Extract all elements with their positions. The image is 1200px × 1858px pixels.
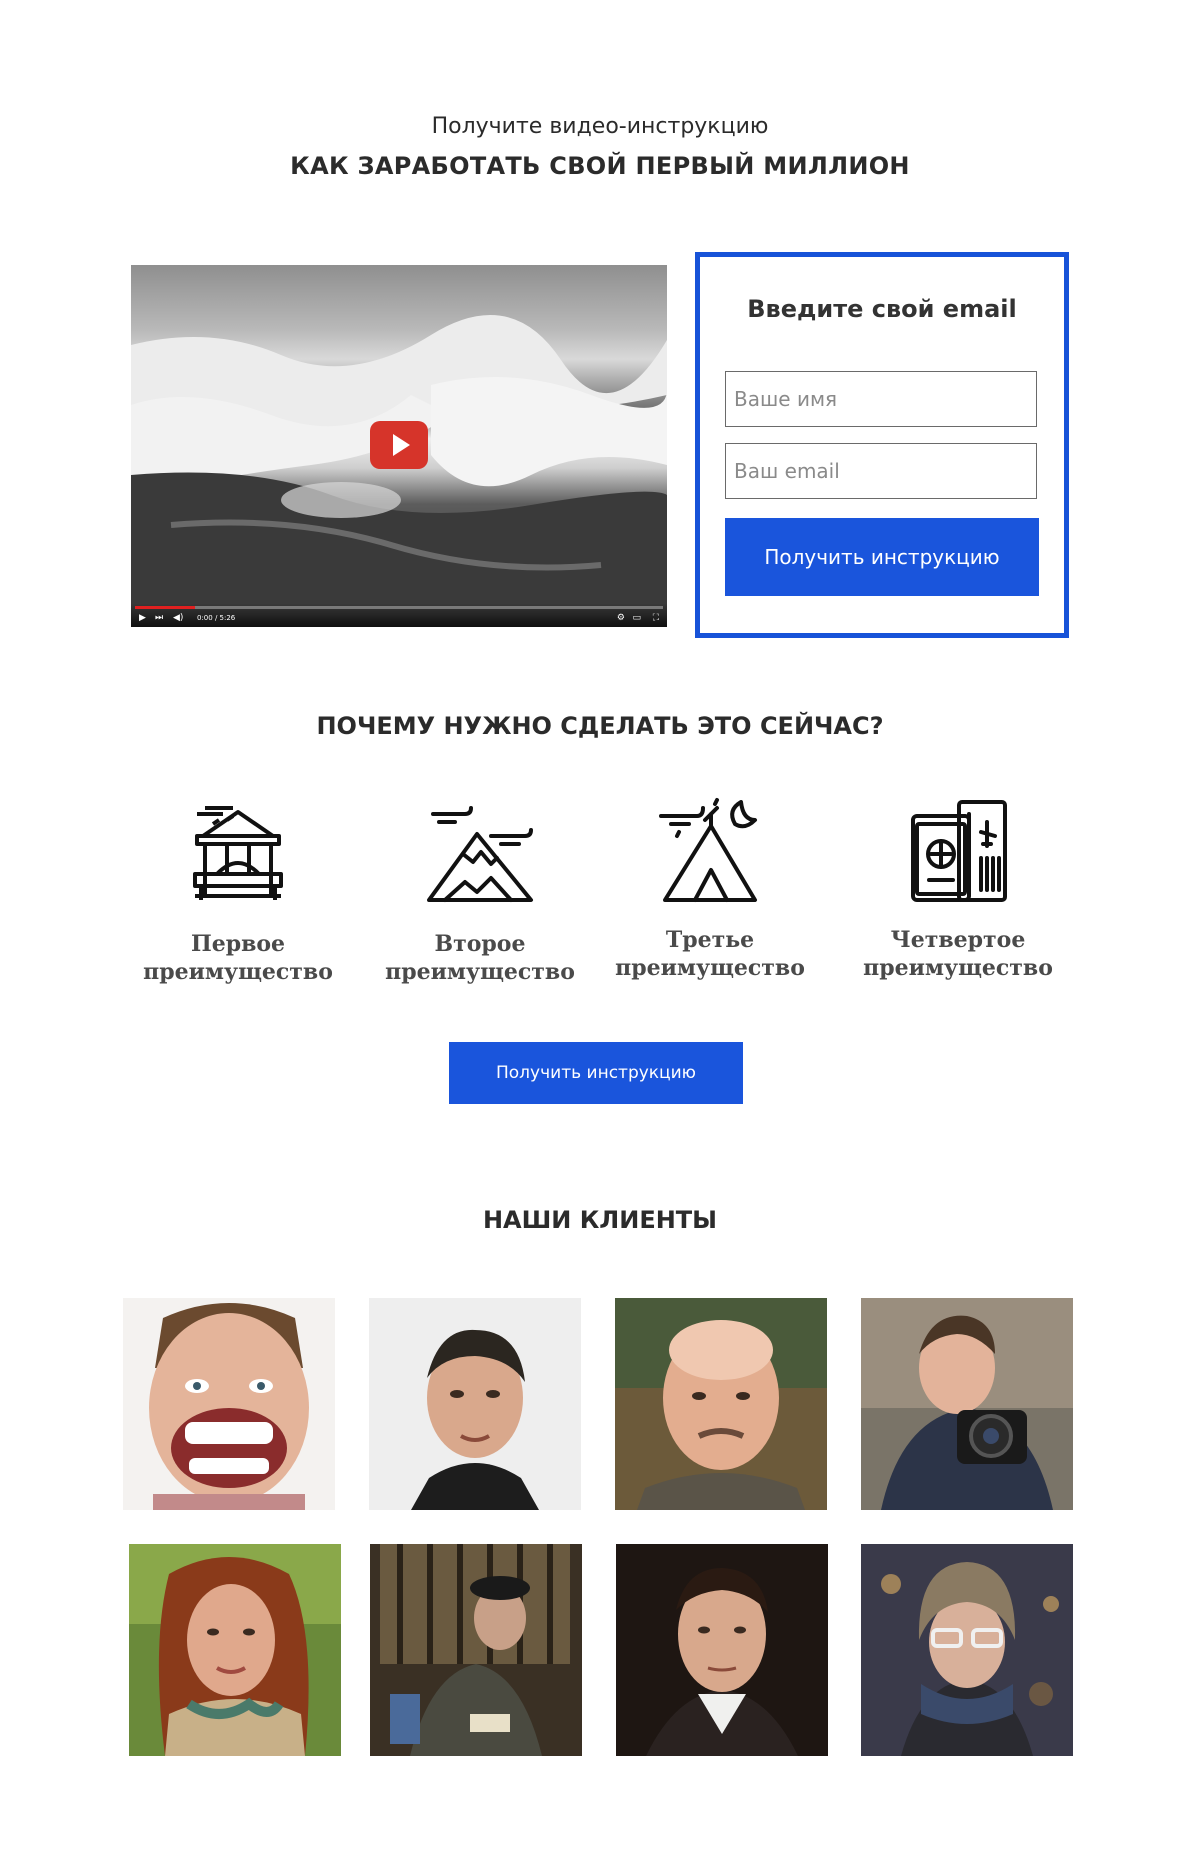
get-instruction-button-secondary[interactable]: Получить инструкцию: [449, 1042, 743, 1104]
client-photo: [861, 1298, 1073, 1510]
video-settings-icon[interactable]: ⚙: [617, 613, 625, 623]
client-photo: [861, 1544, 1073, 1756]
email-form: Введите свой email Получить инструкцию: [695, 252, 1069, 638]
play-button[interactable]: [370, 421, 428, 469]
client-photo: [370, 1544, 582, 1756]
page-title: КАК ЗАРАБОТАТЬ СВОЙ ПЕРВЫЙ МИЛЛИОН: [290, 152, 910, 180]
video-time: 0:00 / 5:26: [197, 614, 236, 622]
form-title: Введите свой email: [747, 295, 1017, 323]
benefit-4: Четвертое преимущество: [848, 796, 1068, 982]
client-photo: [615, 1298, 827, 1510]
benefit-label-line1: Четвертое: [890, 927, 1026, 953]
benefit-3: Третье преимущество: [600, 796, 820, 982]
clients-title: НАШИ КЛИЕНТЫ: [482, 1206, 718, 1234]
benefit-label-line2: преимущество: [143, 959, 333, 985]
benefit-label-line1: Второе: [434, 931, 526, 957]
subtitle: Получите видео-инструкцию: [431, 114, 769, 139]
benefit-label-line1: Первое: [190, 931, 286, 957]
client-photo: [129, 1544, 341, 1756]
get-instruction-button[interactable]: Получить инструкцию: [725, 518, 1039, 596]
client-photo: [123, 1298, 335, 1510]
mountain-icon: [427, 806, 533, 902]
benefit-label-line2: преимущество: [615, 955, 805, 981]
email-field[interactable]: [725, 443, 1037, 499]
video-youtube-icon[interactable]: ▭: [632, 613, 641, 623]
benefit-label-line1: Третье: [665, 927, 755, 953]
video-player[interactable]: ▶ ⏭ ◀) 0:00 / 5:26 ⚙ ▭ ⛶: [131, 265, 667, 627]
client-photo: [616, 1544, 828, 1756]
passport-ticket-icon: [911, 800, 1007, 902]
video-fullscreen-icon[interactable]: ⛶: [653, 613, 659, 623]
client-photo: [369, 1298, 581, 1510]
benefit-label-line2: преимущество: [385, 959, 575, 985]
video-play-small-icon[interactable]: ▶: [139, 613, 146, 623]
why-title: ПОЧЕМУ НУЖНО СДЕЛАТЬ ЭТО СЕЙЧАС?: [316, 712, 884, 740]
tent-icon: [659, 798, 757, 902]
benefit-2: Второе преимущество: [370, 800, 590, 986]
video-next-icon[interactable]: ⏭: [155, 613, 163, 623]
benefit-1: Первое преимущество: [128, 800, 348, 986]
video-progress-bar[interactable]: [135, 606, 663, 609]
gazebo-icon: [193, 806, 283, 900]
name-field[interactable]: [725, 371, 1037, 427]
play-icon: [392, 434, 410, 456]
video-volume-icon[interactable]: ◀): [173, 613, 183, 623]
benefit-label-line2: преимущество: [863, 955, 1053, 981]
